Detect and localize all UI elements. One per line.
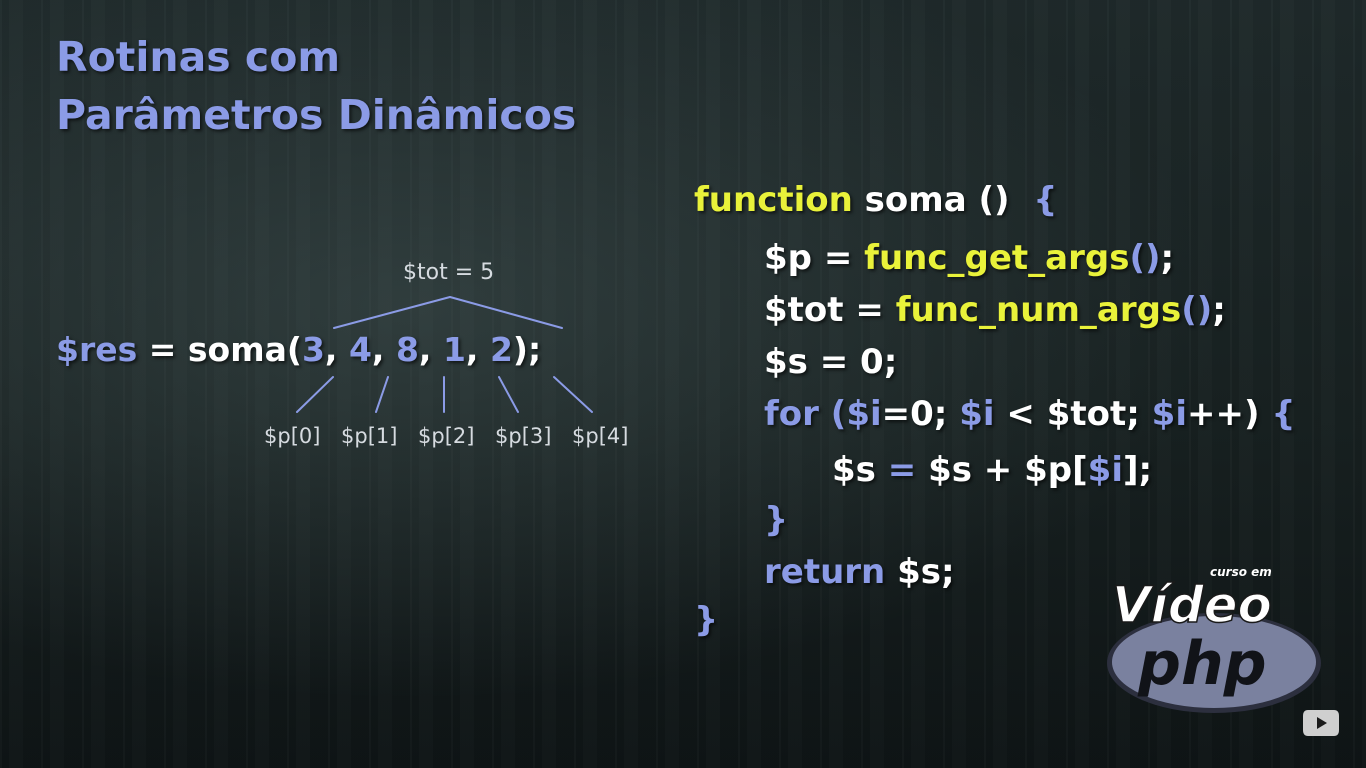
assign-operator: =: [843, 290, 896, 330]
parens: (): [1181, 290, 1213, 330]
code-line-1: function soma () {: [694, 180, 1057, 220]
i-variable: $i: [1151, 394, 1187, 434]
loop-init: =0;: [881, 394, 960, 434]
assign-operator: =: [887, 450, 917, 490]
param-label-0: $p[0]: [264, 424, 321, 448]
i-variable: $i: [846, 394, 882, 434]
tot-connector-right: [449, 296, 563, 329]
assign-operator: =: [812, 238, 865, 278]
semicolon: ;: [1212, 290, 1226, 330]
youtube-play-icon[interactable]: [1302, 708, 1340, 738]
for-keyword: for: [764, 394, 819, 434]
return-value: $s;: [885, 552, 955, 592]
code-line-4: $s = 0;: [764, 342, 898, 382]
code-line-5: for ($i=0; $i < $tot; $i++) {: [764, 394, 1296, 434]
tot-variable: $tot: [764, 290, 844, 330]
code-line-3: $tot = func_num_args();: [764, 290, 1226, 330]
func-get-args-call: func_get_args: [864, 238, 1130, 278]
param-connector-3: [498, 376, 519, 413]
loop-increment: ++): [1186, 394, 1272, 434]
sum-expression: $s + $p[: [916, 450, 1088, 490]
return-keyword: return: [764, 552, 886, 592]
code-line-8: return $s;: [764, 552, 955, 592]
p-variable: $p: [764, 238, 812, 278]
loop-condition: < $tot;: [994, 394, 1152, 434]
function-keyword: function: [694, 180, 853, 220]
code-line-6: $s = $s + $p[$i];: [832, 450, 1152, 490]
open-brace: {: [1033, 180, 1058, 220]
param-label-2: $p[2]: [418, 424, 475, 448]
func-num-args-call: func_num_args: [895, 290, 1182, 330]
i-variable: $i: [1087, 450, 1123, 490]
open-brace: {: [1271, 394, 1296, 434]
close-bracket: ];: [1122, 450, 1153, 490]
code-line-2: $p = func_get_args();: [764, 238, 1174, 278]
logo-sub-text: php: [1137, 629, 1267, 699]
function-signature: soma (): [852, 180, 1034, 220]
semicolon: ;: [1160, 238, 1175, 278]
param-label-3: $p[3]: [495, 424, 552, 448]
curso-em-video-php-logo: curso em Vídeo php: [1107, 566, 1321, 713]
s-variable: $s: [832, 450, 888, 490]
param-connector-4: [553, 376, 593, 413]
param-connector-0: [296, 376, 334, 413]
logo-main-text: Vídeo: [1112, 576, 1272, 634]
parens: (): [1129, 238, 1161, 278]
i-variable: $i: [959, 394, 995, 434]
param-label-4: $p[4]: [572, 424, 629, 448]
tot-count-label: $tot = 5: [403, 260, 495, 285]
open-paren: (: [818, 394, 847, 434]
code-line-9: }: [694, 600, 719, 640]
param-label-1: $p[1]: [341, 424, 398, 448]
code-line-7: }: [764, 500, 789, 540]
tot-connector-left: [333, 296, 451, 329]
param-connector-1: [375, 376, 389, 413]
